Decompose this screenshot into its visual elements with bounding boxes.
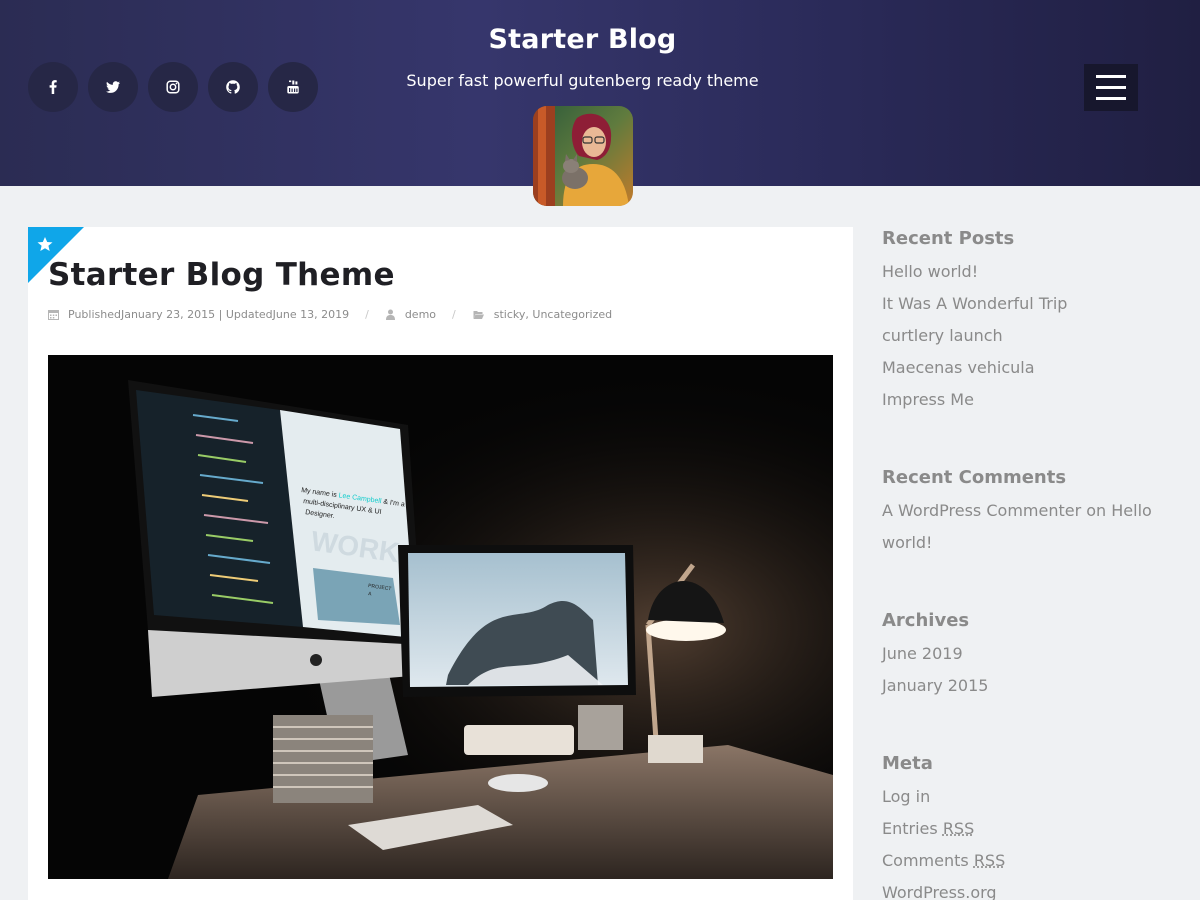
site-logo-avatar[interactable]	[533, 106, 633, 206]
hamburger-icon-bar	[1096, 86, 1126, 89]
recent-comments-title: Recent Comments	[882, 467, 1067, 488]
recent-post-link[interactable]: Maecenas vehicula	[882, 358, 1035, 377]
category-link-uncategorized[interactable]: Uncategorized	[532, 308, 612, 321]
comments-rss-link[interactable]: Comments RSS	[882, 851, 1005, 870]
rss-abbr: RSS	[973, 851, 1006, 870]
entries-rss-link[interactable]: Entries RSS	[882, 819, 974, 838]
recent-posts-title: Recent Posts	[882, 228, 1015, 249]
archive-link[interactable]: January 2015	[882, 676, 988, 695]
category-separator: ,	[525, 307, 529, 321]
wordpress-org-link[interactable]: WordPress.org	[882, 883, 997, 900]
login-link[interactable]: Log in	[882, 787, 930, 806]
featured-image[interactable]: My name is Lee Campbell & I'm a multi-di…	[48, 355, 833, 879]
recent-post-link[interactable]: Impress Me	[882, 390, 974, 409]
post-author[interactable]: demo	[405, 308, 436, 321]
meta-separator: /	[452, 307, 456, 321]
post-title[interactable]: Starter Blog Theme	[48, 257, 395, 293]
site-header: Starter Blog Super fast powerful gutenbe…	[0, 0, 1200, 206]
menu-toggle-button[interactable]	[1084, 64, 1138, 111]
category-link-sticky[interactable]: sticky	[494, 308, 526, 321]
recent-post-link[interactable]: Hello world!	[882, 262, 978, 281]
meta-title: Meta	[882, 753, 933, 774]
recent-post-link[interactable]: It Was A Wonderful Trip	[882, 294, 1067, 313]
site-title[interactable]: Starter Blog	[0, 24, 1165, 55]
rss-abbr: RSS	[942, 819, 975, 838]
recent-post-link[interactable]: curtlery launch	[882, 326, 1003, 345]
post-card: Starter Blog Theme PublishedJanuary 23, …	[28, 227, 853, 900]
site-tagline: Super fast powerful gutenberg ready them…	[406, 71, 759, 90]
recent-comment-link-continued[interactable]: world!	[882, 533, 932, 552]
archive-link[interactable]: June 2019	[882, 644, 963, 663]
folder-open-icon	[473, 310, 484, 319]
post-meta: PublishedJanuary 23, 2015 | UpdatedJune …	[48, 307, 612, 321]
hamburger-icon-bar	[1096, 75, 1126, 78]
post-date[interactable]: PublishedJanuary 23, 2015 | UpdatedJune …	[68, 308, 349, 321]
comments-rss-label: Comments	[882, 851, 974, 870]
calendar-icon	[48, 309, 59, 320]
meta-separator: /	[365, 307, 369, 321]
user-icon	[385, 309, 395, 320]
entries-rss-label: Entries	[882, 819, 943, 838]
hamburger-icon-bar	[1096, 97, 1126, 100]
recent-comment-link[interactable]: A WordPress Commenter on Hello	[882, 501, 1152, 520]
archives-title: Archives	[882, 610, 970, 631]
